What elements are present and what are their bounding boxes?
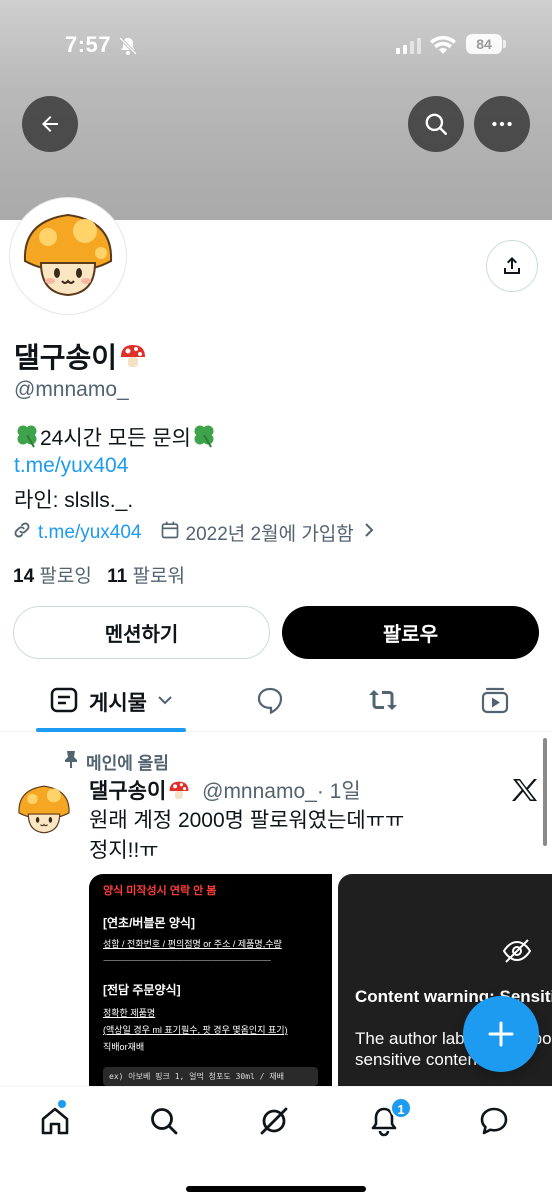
chevron-down-icon	[157, 693, 173, 711]
post-media-order-form[interactable]: 양식 미작성시 연락 안 봄 [연초/버블몬 양식] 성함 / 전화번호 / 편…	[89, 874, 332, 1086]
share-icon	[504, 257, 520, 274]
status-time: 7:57	[65, 32, 112, 57]
media-example: ex) 아보베 핑크 1, 얼먹 청포도 30ml / 재배	[103, 1067, 318, 1086]
nav-home[interactable]	[25, 1101, 85, 1141]
joined-date: 2022년 2월에 가입함	[185, 524, 354, 545]
back-button[interactable]	[22, 96, 78, 152]
tab-media[interactable]	[465, 672, 525, 732]
pinned-label: 메인에 올림	[86, 754, 169, 773]
repost-icon	[367, 685, 399, 720]
search-button[interactable]	[408, 96, 464, 152]
followers-label: 팔로워	[132, 566, 185, 587]
tab-posts[interactable]: 게시물	[36, 672, 186, 732]
post-text-line-2: 정지!!ㅠ	[89, 839, 159, 862]
media-play-icon	[480, 685, 510, 720]
display-name: 댈구송이	[14, 336, 147, 378]
follow-button[interactable]: 팔로우	[282, 606, 539, 659]
mushroom-emoji-icon	[119, 343, 147, 378]
media-fields-1: 성함 / 전화번호 / 편의점명 or 주소 / 제품명,수량	[103, 939, 282, 949]
chevron-right-icon[interactable]	[362, 521, 376, 545]
media-fields-2b: (액상일 경우 ml 표기필수, 팟 경우 몇옴인지 표기)	[103, 1025, 288, 1035]
cell-signal-icon	[396, 38, 422, 59]
media-fields-2c: 직배or재배	[103, 1042, 145, 1052]
battery-indicator: 84	[466, 34, 502, 54]
home-indicator	[186, 1186, 366, 1192]
profile-avatar[interactable]	[10, 198, 126, 314]
four-leaf-clover-icon	[191, 422, 217, 454]
chat-bubble-icon	[480, 1107, 508, 1135]
notifications-badge: 1	[390, 1097, 412, 1119]
media-heading-1: [연초/버블몬 양식]	[103, 916, 195, 930]
bell-muted-icon	[118, 36, 138, 61]
plus-icon	[488, 1021, 514, 1047]
reply-bubble-icon	[255, 685, 285, 720]
following-stat[interactable]: 14 팔로잉	[13, 566, 92, 587]
bottom-navigation	[0, 1086, 552, 1200]
tab-posts-label: 게시물	[89, 692, 147, 715]
follow-stats: 14 팔로잉 11 팔로워	[13, 561, 185, 588]
post-time: · 1일	[316, 780, 361, 803]
search-icon	[425, 113, 447, 135]
nav-grok[interactable]	[244, 1101, 304, 1141]
posts-tab-icon	[49, 685, 79, 720]
following-count: 14	[13, 566, 35, 587]
pinned-indicator: 메인에 올림	[62, 749, 169, 774]
x-logo-icon	[512, 778, 538, 807]
status-bar: 7:57 84	[0, 30, 552, 62]
media-warning-text: 양식 미작성시 연락 안 봄	[103, 885, 217, 897]
website-link[interactable]: t.me/yux404	[38, 522, 142, 544]
search-icon	[151, 1108, 178, 1135]
bio-text: 24시간 모든 문의	[40, 427, 191, 450]
mushroom-avatar-image	[12, 778, 76, 842]
media-fields-2a: 정확한 제품명	[103, 1008, 156, 1018]
home-unread-dot	[58, 1100, 66, 1108]
post-author-avatar[interactable]	[12, 778, 76, 842]
profile-handle: @mnnamo_	[14, 378, 129, 401]
more-dots-icon	[492, 121, 512, 127]
profile-tabs: 게시물	[0, 672, 552, 732]
media-divider: ㅡㅡㅡㅡㅡㅡㅡㅡㅡㅡㅡㅡㅡㅡㅡㅡㅡㅡㅡㅡㅡㅡㅡ	[103, 956, 271, 966]
post-text-line-1: 원래 계정 2000명 팔로워였는데ㅠㅠ	[89, 809, 405, 832]
bio-link[interactable]: t.me/yux404	[14, 454, 128, 478]
bio-line-1: 24시간 모든 문의	[14, 422, 217, 454]
bio-line-3: 라인: slslls._.	[14, 489, 134, 512]
display-name-text: 댈구송이	[14, 342, 118, 373]
eye-slash-icon	[502, 936, 532, 971]
media-heading-2: [전담 주문양식]	[103, 983, 181, 997]
scrollbar[interactable]	[543, 738, 547, 846]
share-profile-button[interactable]	[486, 240, 538, 292]
nav-search[interactable]	[134, 1101, 194, 1141]
nav-messages[interactable]	[464, 1101, 524, 1141]
calendar-icon	[160, 520, 180, 546]
home-icon	[41, 1107, 69, 1135]
grok-slash-icon	[260, 1107, 288, 1135]
arrow-left-icon	[42, 116, 58, 132]
compose-post-button[interactable]	[463, 996, 539, 1072]
link-icon	[12, 520, 32, 546]
following-label: 팔로잉	[39, 566, 92, 587]
followers-stat[interactable]: 11 팔로워	[107, 566, 185, 587]
pin-icon	[62, 749, 80, 774]
post-author-name[interactable]: 댈구송이	[89, 780, 166, 803]
mention-button[interactable]: 멘션하기	[13, 606, 270, 659]
tab-replies[interactable]	[240, 672, 300, 732]
battery-tip	[503, 40, 506, 48]
more-options-button[interactable]	[474, 96, 530, 152]
profile-meta-row: t.me/yux404 2022년 2월에 가입함	[12, 519, 376, 546]
tab-reposts[interactable]	[353, 672, 413, 732]
wifi-icon	[430, 35, 456, 60]
active-tab-indicator	[36, 728, 186, 732]
four-leaf-clover-icon	[14, 422, 40, 454]
followers-count: 11	[107, 566, 128, 587]
mushroom-avatar-image	[13, 201, 123, 311]
post-author-handle: @mnnamo_	[202, 780, 317, 803]
